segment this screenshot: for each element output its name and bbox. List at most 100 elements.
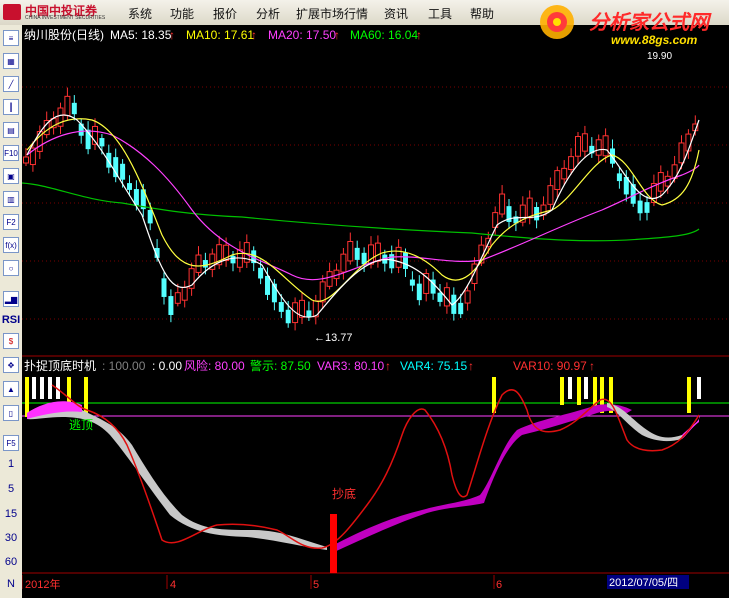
candle-body — [319, 281, 326, 303]
candle-icon[interactable]: ┃ — [3, 99, 19, 115]
period-60[interactable]: 60 — [0, 556, 22, 568]
indicator-var10-arrow: ↑ — [589, 359, 595, 373]
ma20-arrow: ↑ — [334, 28, 340, 42]
up-icon[interactable]: ▲ — [3, 381, 19, 397]
logo-subtext: CHINA INVESTMENT SECURITIES — [25, 15, 106, 21]
candle-body — [354, 247, 360, 260]
top-signal-bar — [48, 377, 52, 399]
f5-button[interactable]: F5 — [3, 435, 19, 451]
period-30[interactable]: 30 — [0, 532, 22, 544]
indicator-var3: VAR3: 80.10 — [317, 359, 384, 373]
menu-function[interactable]: 功能 — [170, 5, 194, 22]
buy-bottom-signal-bar — [330, 514, 337, 573]
menu-extended-market[interactable]: 扩展市场行情 — [296, 5, 368, 22]
menu-quote[interactable]: 报价 — [213, 5, 237, 22]
watermark-url: www.88gs.com — [611, 33, 698, 47]
candle-body — [181, 286, 188, 301]
candle-body — [389, 254, 395, 269]
window-icon[interactable]: ▣ — [3, 168, 19, 184]
candle-body — [547, 185, 554, 205]
zoom-icon[interactable]: ○ — [3, 260, 19, 276]
time-label-2012: 2012年 — [25, 577, 60, 591]
indicator-param-0: : 0.00 — [152, 359, 182, 373]
candle-body — [147, 209, 153, 224]
candle-body — [195, 254, 202, 273]
candle-body — [678, 142, 685, 164]
candle-body — [127, 183, 132, 190]
menu-help[interactable]: 帮助 — [470, 5, 494, 22]
page-icon[interactable]: ▯ — [3, 405, 19, 421]
period-1[interactable]: 1 — [0, 458, 22, 470]
chart-area[interactable]: 纳川股份(日线) MA5: 18.35 ↑ MA10: 17.61 ↑ MA20… — [22, 25, 729, 598]
indicator-risk: 风险: 80.00 — [184, 358, 245, 373]
ma5-arrow: ↑ — [169, 28, 175, 42]
top-signal-bar — [40, 377, 44, 399]
tiles-icon[interactable]: ▤ — [3, 122, 19, 138]
bag-icon[interactable]: ▥ — [3, 191, 19, 207]
candle-body — [278, 302, 284, 312]
candle-body — [561, 167, 568, 180]
candle-body — [602, 135, 609, 157]
line-chart-icon[interactable]: ╱ — [3, 76, 19, 92]
ma60-label: MA60: 16.04 — [350, 28, 418, 42]
candle-body — [64, 95, 71, 117]
candle-body — [554, 170, 561, 191]
candle-body — [285, 309, 291, 324]
candle-body — [581, 133, 588, 152]
menu-news[interactable]: 资讯 — [384, 5, 408, 22]
left-toolbar: ≡ ▦ ╱ ┃ ▤ F10 ▣ ▥ F2 f(x) ○ ▂▆ RSI $ ✥ ▲… — [0, 25, 23, 598]
logo-mark-icon — [3, 4, 21, 20]
candle-body — [230, 255, 236, 264]
top-signal-bar — [584, 377, 588, 399]
candle-body — [161, 278, 167, 297]
f2-icon[interactable]: F2 — [3, 214, 19, 230]
candle-body — [368, 244, 374, 265]
candle-body — [568, 156, 575, 171]
menu-system[interactable]: 系统 — [128, 5, 152, 22]
menu-analysis[interactable]: 分析 — [256, 5, 280, 22]
ma5-label: MA5: 18.35 — [110, 28, 172, 42]
move-icon[interactable]: ✥ — [3, 357, 19, 373]
candle-body — [644, 202, 650, 213]
candle-body — [347, 241, 354, 262]
top-signal-bar — [84, 377, 88, 413]
top-signal-bar — [577, 377, 581, 405]
period-n[interactable]: N — [0, 578, 22, 590]
candle-body — [595, 139, 602, 156]
period-5[interactable]: 5 — [0, 483, 22, 495]
menu-tools[interactable]: 工具 — [428, 5, 452, 22]
candle-body — [340, 253, 347, 273]
top-signal-bar — [697, 377, 701, 399]
rsi-button[interactable]: RSI — [0, 314, 22, 326]
period-15[interactable]: 15 — [0, 508, 22, 520]
fx-icon[interactable]: f(x) — [3, 237, 19, 253]
ma10-arrow: ↑ — [251, 28, 257, 42]
candle-body — [99, 138, 105, 147]
time-label-may: 5 — [313, 579, 319, 591]
flower-logo-icon — [540, 5, 574, 39]
candle-body — [120, 163, 126, 180]
top-signal-bar — [568, 377, 572, 399]
candle-body — [265, 275, 270, 295]
candle-body — [526, 197, 533, 219]
grid-icon[interactable]: ▦ — [3, 53, 19, 69]
candle-body — [374, 242, 381, 262]
stock-title: 纳川股份(日线) — [24, 28, 104, 42]
candle-body — [174, 292, 181, 304]
candle-body — [403, 252, 408, 269]
broker-logo: 中国中投证券 CHINA INVESTMENT SECURITIES — [3, 3, 123, 22]
bar-chart-icon[interactable]: ▂▆ — [3, 291, 19, 307]
candle-body — [458, 302, 464, 315]
candle-body — [616, 173, 622, 182]
time-label-april: 4 — [170, 579, 176, 591]
top-signal-bar — [492, 377, 496, 413]
candle-body — [637, 200, 643, 214]
low-price-label: ←13.77 — [314, 332, 353, 344]
time-label-june: 6 — [496, 579, 502, 591]
money-icon[interactable]: $ — [3, 333, 19, 349]
f10-icon[interactable]: F10 — [3, 145, 19, 161]
top-signal-bar — [32, 377, 36, 399]
ma20-label: MA20: 17.50 — [268, 28, 336, 42]
list-icon[interactable]: ≡ — [3, 30, 19, 46]
watermark: 分析家公式网 www.88gs.com — [533, 0, 729, 55]
